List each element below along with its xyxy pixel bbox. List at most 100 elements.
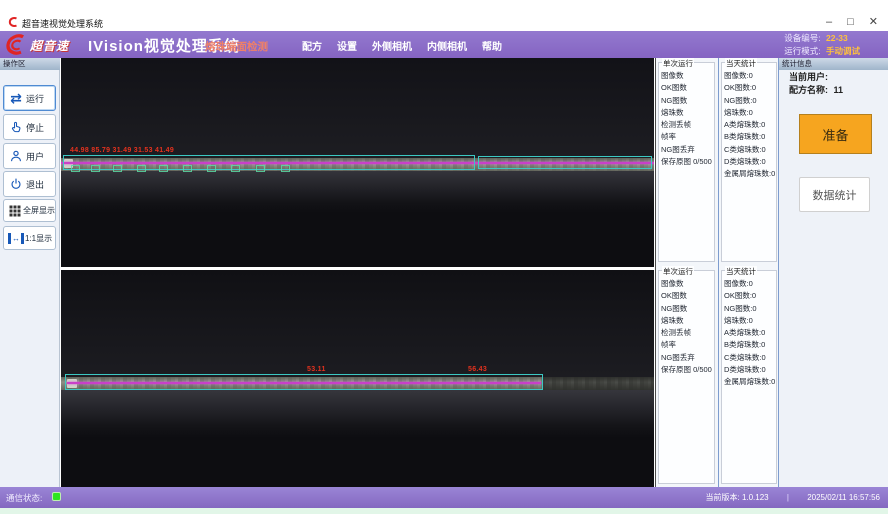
menu-item-help[interactable]: 帮助 xyxy=(482,38,502,53)
version-value: 1.0.123 xyxy=(742,493,769,502)
window-titlebar: 超音速视觉处理系统 – □ ✕ xyxy=(0,14,888,31)
menu-bar: 配方 设置 外侧相机 内侧相机 帮助 xyxy=(302,38,502,53)
camera-top-background xyxy=(61,58,654,158)
menu-item-outer-camera[interactable]: 外侧相机 xyxy=(372,38,412,53)
status-bar: 通信状态: 当前版本: 1.0.123 | 2025/02/11 16:57:5… xyxy=(0,487,888,508)
camera-bottom-glow xyxy=(61,390,654,438)
device-info: 设备编号: 22-33 运行模式: 手动调试 xyxy=(784,32,860,58)
device-number-row: 设备编号: 22-33 xyxy=(784,32,860,45)
menu-item-settings[interactable]: 设置 xyxy=(337,38,357,53)
daily-stats-group-bottom: 当天统计 图像数:0OK图数:0NG图数:0熔珠数:0A类熔珠数:0B类熔珠数:… xyxy=(721,270,777,484)
stop-button-label: 停止 xyxy=(26,121,44,134)
stat-row: 熔珠数:0 xyxy=(724,107,776,119)
statistics-info-title: 统计信息 xyxy=(779,58,888,70)
exit-button[interactable]: 退出 xyxy=(3,171,56,197)
stat-row: NG图数 xyxy=(661,303,714,315)
run-mode-value: 手动调试 xyxy=(826,46,860,56)
data-statistics-button[interactable]: 数据统计 xyxy=(799,177,870,212)
detection-box-overlay xyxy=(478,156,652,169)
device-number-label: 设备编号: xyxy=(784,33,823,43)
one-to-one-icon: ↔ xyxy=(8,233,24,244)
minimize-button[interactable]: – xyxy=(826,15,832,29)
daily-stats-title: 当天统计 xyxy=(725,266,757,277)
daily-stats-rows: 图像数:0OK图数:0NG图数:0熔珠数:0A类熔珠数:0B类熔珠数:0C类熔珠… xyxy=(722,63,776,181)
exit-button-label: 退出 xyxy=(26,178,44,191)
stat-row: D类熔珠数:0 xyxy=(724,364,776,376)
window-controls: – □ ✕ xyxy=(826,15,878,29)
run-cycle-icon: ⇄ xyxy=(8,91,24,105)
menu-item-recipe[interactable]: 配方 xyxy=(302,38,322,53)
stop-button[interactable]: 停止 xyxy=(3,114,56,140)
run-mode-row: 运行模式: 手动调试 xyxy=(784,45,860,58)
current-user-row: 当前用户: xyxy=(789,70,831,83)
stat-row: 图像数:0 xyxy=(724,70,776,82)
single-run-group-top: 单次运行 图像数OK图数NG图数熔珠数检测丢帧帧率NG图丢弃保存原图 0/500 xyxy=(658,62,715,262)
measurement-annotation: 56.43 xyxy=(468,366,487,373)
fullscreen-button[interactable]: 全屏显示 xyxy=(3,199,56,222)
recipe-name-row: 配方名称: 11 xyxy=(789,83,843,96)
stat-row: 熔珠数 xyxy=(661,315,714,327)
camera-bottom-background xyxy=(61,270,654,377)
bead-marker-box xyxy=(113,165,122,172)
stat-row: 检测丢帧 xyxy=(661,327,714,339)
hand-stop-icon xyxy=(8,120,24,134)
separator: | xyxy=(787,493,789,502)
version-info: 当前版本: 1.0.123 | 2025/02/11 16:57:56 xyxy=(705,492,880,503)
window-title: 超音速视觉处理系统 xyxy=(22,17,103,30)
stat-row: A类熔珠数:0 xyxy=(724,119,776,131)
one-to-one-button[interactable]: ↔ 1:1显示 xyxy=(3,226,56,250)
comm-status-label: 通信状态: xyxy=(6,492,42,504)
stat-row: 图像数:0 xyxy=(724,278,776,290)
statistics-info-panel: 统计信息 当前用户: 配方名称: 11 准备 数据统计 xyxy=(778,58,888,487)
bead-marker-box xyxy=(159,165,168,172)
stat-row: 图像数 xyxy=(661,70,714,82)
stat-row: A类熔珠数:0 xyxy=(724,327,776,339)
stat-row: OK图数 xyxy=(661,290,714,302)
ready-button[interactable]: 准备 xyxy=(799,114,872,154)
bead-marker-box xyxy=(281,165,290,172)
app-window: 超音速视觉处理系统 – □ ✕ 超音速 IVision视觉处理系统 熔珠端面检测… xyxy=(0,0,888,522)
app-header: 超音速 IVision视觉处理系统 熔珠端面检测 配方 设置 外侧相机 内侧相机… xyxy=(0,31,888,58)
stat-row: 帧率 xyxy=(661,339,714,351)
single-run-title: 单次运行 xyxy=(662,58,694,69)
run-button[interactable]: ⇄ 运行 xyxy=(3,85,56,111)
stat-row: 金属屑熔珠数:0 xyxy=(724,376,776,388)
fullscreen-button-label: 全屏显示 xyxy=(23,205,55,216)
stat-row: OK图数:0 xyxy=(724,82,776,94)
run-button-label: 运行 xyxy=(26,92,44,105)
maximize-button[interactable]: □ xyxy=(847,15,854,29)
bead-marker-box xyxy=(137,165,146,172)
power-icon xyxy=(8,177,24,191)
stat-row: B类熔珠数:0 xyxy=(724,131,776,143)
close-button[interactable]: ✕ xyxy=(869,15,878,29)
one-to-one-button-label: 1:1显示 xyxy=(25,233,52,244)
recipe-name-label: 配方名称: xyxy=(789,85,831,95)
stat-row: C类熔珠数:0 xyxy=(724,144,776,156)
stat-row: 帧率 xyxy=(661,131,714,143)
stat-row: C类熔珠数:0 xyxy=(724,352,776,364)
user-button-label: 用户 xyxy=(26,150,44,163)
comm-status-indicator xyxy=(52,492,61,501)
daily-stats-rows: 图像数:0OK图数:0NG图数:0熔珠数:0A类熔珠数:0B类熔珠数:0C类熔珠… xyxy=(722,271,776,389)
stat-row: NG图数:0 xyxy=(724,95,776,107)
datetime-value: 2025/02/11 16:57:56 xyxy=(807,493,880,502)
strip-dim-region xyxy=(543,377,654,390)
detection-box-overlay xyxy=(63,155,475,170)
user-button[interactable]: 用户 xyxy=(3,143,56,169)
stat-row: 保存原图 0/500 xyxy=(661,156,714,168)
statistics-panel: 单次运行 图像数OK图数NG图数熔珠数检测丢帧帧率NG图丢弃保存原图 0/500… xyxy=(655,58,778,487)
single-run-rows: 图像数OK图数NG图数熔珠数检测丢帧帧率NG图丢弃保存原图 0/500 xyxy=(659,271,714,376)
bead-marker-box xyxy=(256,165,265,172)
bead-marker-box xyxy=(91,165,100,172)
recipe-name-value: 11 xyxy=(834,85,844,95)
stat-row: 熔珠数:0 xyxy=(724,315,776,327)
app-logo-icon xyxy=(7,16,19,28)
menu-item-inner-camera[interactable]: 内侧相机 xyxy=(427,38,467,53)
stat-row: 保存原图 0/500 xyxy=(661,364,714,376)
run-mode-label: 运行模式: xyxy=(784,46,823,56)
sidebar-title: 操作区 xyxy=(0,58,60,70)
stat-row: OK图数:0 xyxy=(724,290,776,302)
brand-name: 超音速 xyxy=(30,37,69,54)
bead-marker-box xyxy=(207,165,216,172)
daily-stats-title: 当天统计 xyxy=(725,58,757,69)
